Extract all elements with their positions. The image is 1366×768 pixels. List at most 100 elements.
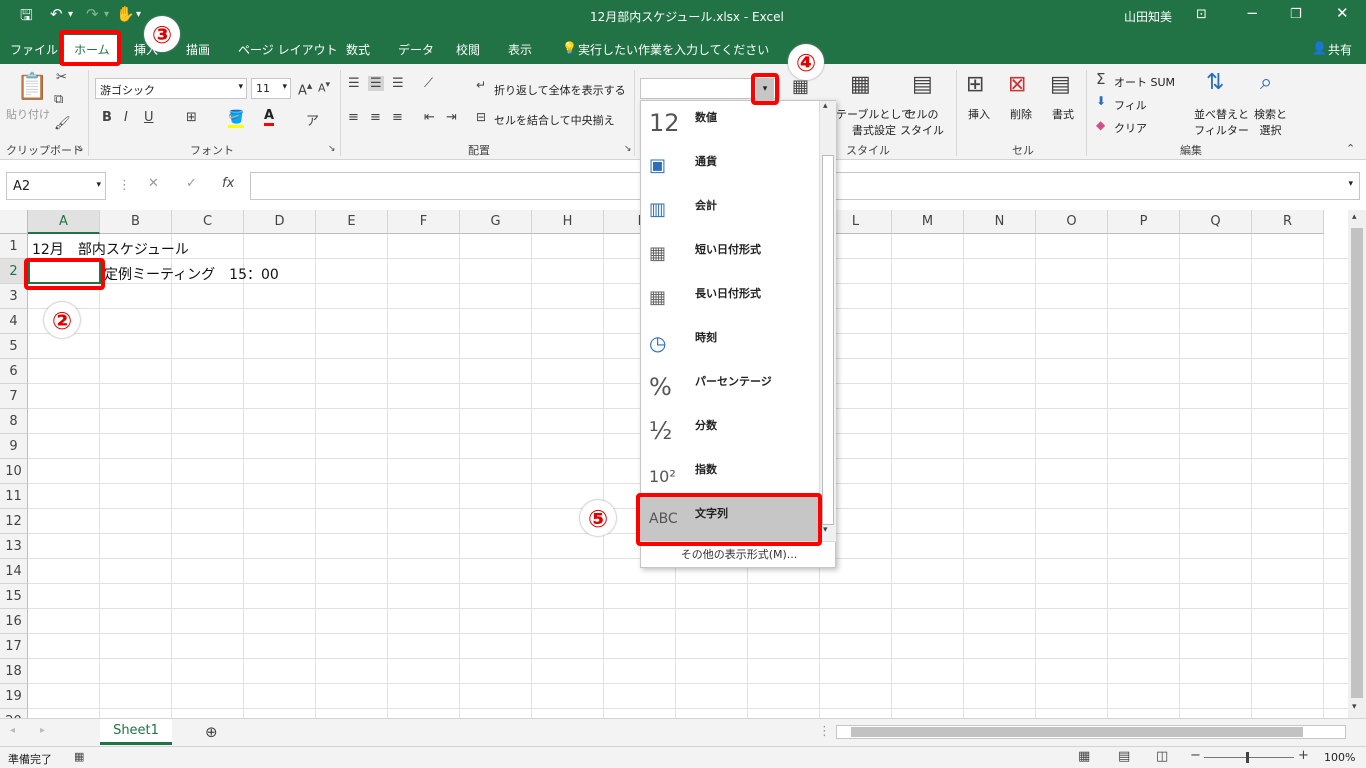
- font-color-icon[interactable]: A: [264, 108, 275, 126]
- column-header[interactable]: B: [100, 210, 172, 234]
- row-header[interactable]: 16: [0, 609, 28, 634]
- format-painter-icon[interactable]: 🖌: [54, 116, 71, 131]
- wrap-text-icon[interactable]: ↵: [476, 78, 486, 92]
- clear-button[interactable]: クリア: [1114, 120, 1147, 136]
- clipboard-launcher-icon[interactable]: ↘: [76, 144, 84, 154]
- insert-cells-icon[interactable]: ⊞: [966, 72, 984, 97]
- sort-filter-icon[interactable]: ⇅: [1206, 70, 1224, 95]
- decrease-font-icon[interactable]: A▾: [318, 79, 330, 95]
- insert-function-icon[interactable]: fx: [222, 176, 234, 191]
- row-header[interactable]: 8: [0, 409, 28, 434]
- tab-file[interactable]: ファイル: [10, 41, 58, 58]
- enter-icon[interactable]: ✓: [186, 176, 197, 191]
- format-cells-button[interactable]: 書式: [1052, 106, 1074, 122]
- column-header[interactable]: P: [1108, 210, 1180, 234]
- cut-icon[interactable]: ✂: [56, 70, 67, 85]
- delete-cells-button[interactable]: 削除: [1010, 106, 1032, 122]
- scroll-up-icon[interactable]: ▴: [823, 101, 828, 111]
- zoom-level[interactable]: 100%: [1324, 751, 1355, 764]
- cell-b2[interactable]: 定例ミーティング 15：00: [104, 264, 279, 284]
- align-middle-icon[interactable]: ☰: [368, 76, 384, 91]
- minimize-icon[interactable]: −: [1246, 4, 1259, 22]
- tell-me-box[interactable]: 実行したい作業を入力してください: [578, 41, 769, 58]
- row-header[interactable]: 14: [0, 559, 28, 584]
- dropdown-scroll-thumb[interactable]: [822, 155, 834, 525]
- tab-page-layout[interactable]: ページ レイアウト: [238, 41, 338, 58]
- alignment-launcher-icon[interactable]: ↘: [624, 144, 632, 154]
- row-header[interactable]: 1: [0, 234, 28, 259]
- bold-icon[interactable]: B: [102, 110, 112, 125]
- delete-cells-icon[interactable]: ⊠: [1008, 72, 1026, 97]
- scroll-down-icon[interactable]: ▾: [823, 525, 828, 535]
- tab-data[interactable]: データ: [398, 41, 434, 58]
- undo-dropdown-icon[interactable]: ▾: [68, 9, 73, 20]
- italic-icon[interactable]: I: [124, 110, 128, 125]
- row-header[interactable]: 7: [0, 384, 28, 409]
- scroll-up-icon[interactable]: ▴: [1352, 212, 1357, 222]
- autosum-button[interactable]: オート SUM: [1114, 74, 1175, 90]
- column-header[interactable]: R: [1252, 210, 1324, 234]
- wrap-text-button[interactable]: 折り返して全体を表示する: [494, 82, 626, 98]
- font-name-combo[interactable]: 游ゴシック ▾: [95, 78, 247, 99]
- close-icon[interactable]: ✕: [1336, 4, 1349, 22]
- copy-icon[interactable]: ⧉: [54, 92, 63, 107]
- format-item-accounting[interactable]: ▥ 会計: [641, 189, 819, 233]
- row-header[interactable]: 18: [0, 659, 28, 684]
- user-name[interactable]: 山田知美: [1124, 8, 1172, 25]
- zoom-out-icon[interactable]: −: [1190, 748, 1201, 763]
- cell-style-button[interactable]: セルの スタイル: [900, 106, 944, 138]
- column-header[interactable]: C: [172, 210, 244, 234]
- format-item-short-date[interactable]: ▦ 短い日付形式: [641, 233, 819, 277]
- align-left-icon[interactable]: ≡: [348, 110, 359, 125]
- dropdown-scrollbar[interactable]: ▴ ▾: [819, 101, 836, 541]
- column-header[interactable]: H: [532, 210, 604, 234]
- merge-center-icon[interactable]: ⊟: [476, 110, 486, 124]
- find-icon[interactable]: ⌕: [1260, 70, 1272, 95]
- paste-button[interactable]: 貼り付け: [6, 106, 50, 122]
- underline-icon[interactable]: U: [144, 110, 154, 125]
- column-header[interactable]: Q: [1180, 210, 1252, 234]
- row-header[interactable]: 20: [0, 709, 28, 718]
- row-header[interactable]: 10: [0, 459, 28, 484]
- cell-a1[interactable]: 12月 部内スケジュール: [32, 239, 189, 259]
- row-header[interactable]: 15: [0, 584, 28, 609]
- table-format-icon[interactable]: ▦: [850, 72, 871, 97]
- zoom-slider[interactable]: [1204, 757, 1294, 758]
- format-item-fraction[interactable]: ½ 分数: [641, 409, 819, 453]
- eraser-icon[interactable]: ◆: [1096, 118, 1105, 132]
- align-top-icon[interactable]: ☰: [348, 76, 360, 91]
- tab-view[interactable]: 表示: [508, 41, 532, 58]
- save-icon[interactable]: 🖫: [20, 5, 33, 30]
- phonetic-icon[interactable]: ア: [306, 110, 319, 129]
- format-item-scientific[interactable]: 10² 指数: [641, 453, 819, 497]
- row-header[interactable]: 13: [0, 534, 28, 559]
- sheet-tab-sheet1[interactable]: Sheet1: [100, 719, 172, 745]
- fill-button[interactable]: フィル: [1114, 97, 1147, 113]
- restore-icon[interactable]: ❐: [1290, 7, 1302, 22]
- share-button[interactable]: 共有: [1328, 41, 1352, 58]
- column-header[interactable]: O: [1036, 210, 1108, 234]
- format-cells-icon[interactable]: ▤: [1050, 72, 1071, 97]
- next-sheet-icon[interactable]: ▸: [40, 725, 45, 736]
- cell-style-icon[interactable]: ▤: [912, 72, 933, 97]
- font-size-combo[interactable]: 11 ▾: [251, 78, 291, 99]
- autosum-icon[interactable]: Σ: [1096, 70, 1105, 88]
- fill-color-icon[interactable]: 🪣: [228, 110, 245, 128]
- normal-view-icon[interactable]: ▦: [1078, 749, 1090, 764]
- share-icon[interactable]: 👤: [1312, 41, 1327, 55]
- format-item-number[interactable]: 12 数値: [641, 101, 819, 145]
- format-item-percentage[interactable]: % パーセンテージ: [641, 365, 819, 409]
- column-header[interactable]: F: [388, 210, 460, 234]
- row-header[interactable]: 9: [0, 434, 28, 459]
- row-header[interactable]: 12: [0, 509, 28, 534]
- redo-icon[interactable]: ↷: [86, 5, 99, 23]
- row-header[interactable]: 4: [0, 309, 28, 334]
- add-sheet-icon[interactable]: ⊕: [205, 723, 218, 741]
- row-header[interactable]: 11: [0, 484, 28, 509]
- format-item-time[interactable]: ◷ 時刻: [641, 321, 819, 365]
- zoom-in-icon[interactable]: +: [1298, 748, 1309, 763]
- collapse-ribbon-icon[interactable]: ⌃: [1346, 142, 1355, 155]
- scroll-down-icon[interactable]: ▾: [1352, 702, 1357, 712]
- column-header[interactable]: E: [316, 210, 388, 234]
- increase-font-icon[interactable]: A▴: [298, 79, 312, 98]
